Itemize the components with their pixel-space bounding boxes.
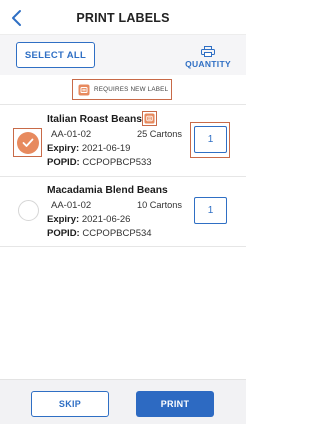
expiry-date: Expiry: 2021-06-19: [47, 143, 130, 154]
checkmark-icon: [16, 131, 39, 154]
skip-button[interactable]: SKIP: [31, 391, 109, 417]
legend-text: REQUIRES NEW LABEL: [94, 86, 169, 93]
quantity-input[interactable]: 1: [194, 197, 227, 224]
location-code: AA-01-02: [51, 129, 92, 140]
product-name: Italian Roast Beans: [47, 114, 142, 125]
expiry-label: Expiry:: [47, 214, 80, 225]
popid-label: POPID:: [47, 157, 80, 168]
print-button[interactable]: PRINT: [136, 391, 214, 417]
requires-new-label-badge: [142, 111, 157, 126]
quantity-button[interactable]: QUANTITY: [180, 43, 236, 69]
product-name: Macadamia Blend Beans: [47, 185, 168, 196]
new-label-icon: [78, 84, 90, 95]
popid: POPID: CCPOPBCP534: [47, 228, 152, 239]
legend-area: REQUIRES NEW LABEL: [0, 75, 246, 104]
location-code: AA-01-02: [51, 200, 92, 211]
expiry-label: Expiry:: [47, 143, 80, 154]
carton-count: 10 Cartons: [137, 200, 182, 210]
list-item[interactable]: Macadamia Blend Beans AA-01-02 10 Carton…: [0, 177, 246, 249]
item-checkbox[interactable]: [18, 200, 39, 221]
popid-label: POPID:: [47, 228, 80, 239]
carton-count: 25 Cartons: [137, 129, 182, 139]
popid-value: CCPOPBCP534: [82, 228, 152, 239]
header: PRINT LABELS: [0, 0, 246, 36]
printer-icon: [201, 46, 215, 57]
expiry-value: 2021-06-19: [81, 143, 131, 154]
row-divider: [0, 246, 246, 247]
quantity-input[interactable]: 1: [194, 126, 227, 153]
expiry-value: 2021-06-26: [81, 214, 131, 225]
popid: POPID: CCPOPBCP533: [47, 157, 152, 168]
new-label-icon: [144, 113, 155, 124]
footer: SKIP PRINT: [0, 379, 246, 424]
popid-value: CCPOPBCP533: [82, 157, 152, 168]
item-checkbox-selected[interactable]: [13, 128, 42, 157]
print-labels-screen: PRINT LABELS SELECT ALL QUANTITY REQUIRE…: [0, 0, 246, 424]
quantity-label: QUANTITY: [185, 59, 231, 69]
page-title: PRINT LABELS: [76, 11, 170, 25]
toolbar: SELECT ALL QUANTITY: [0, 35, 246, 75]
requires-new-label-legend: REQUIRES NEW LABEL: [72, 79, 172, 100]
expiry-date: Expiry: 2021-06-26: [47, 214, 130, 225]
select-all-button[interactable]: SELECT ALL: [16, 42, 95, 68]
list-item[interactable]: Italian Roast Beans AA-01-02 25 Cartons …: [0, 105, 246, 177]
